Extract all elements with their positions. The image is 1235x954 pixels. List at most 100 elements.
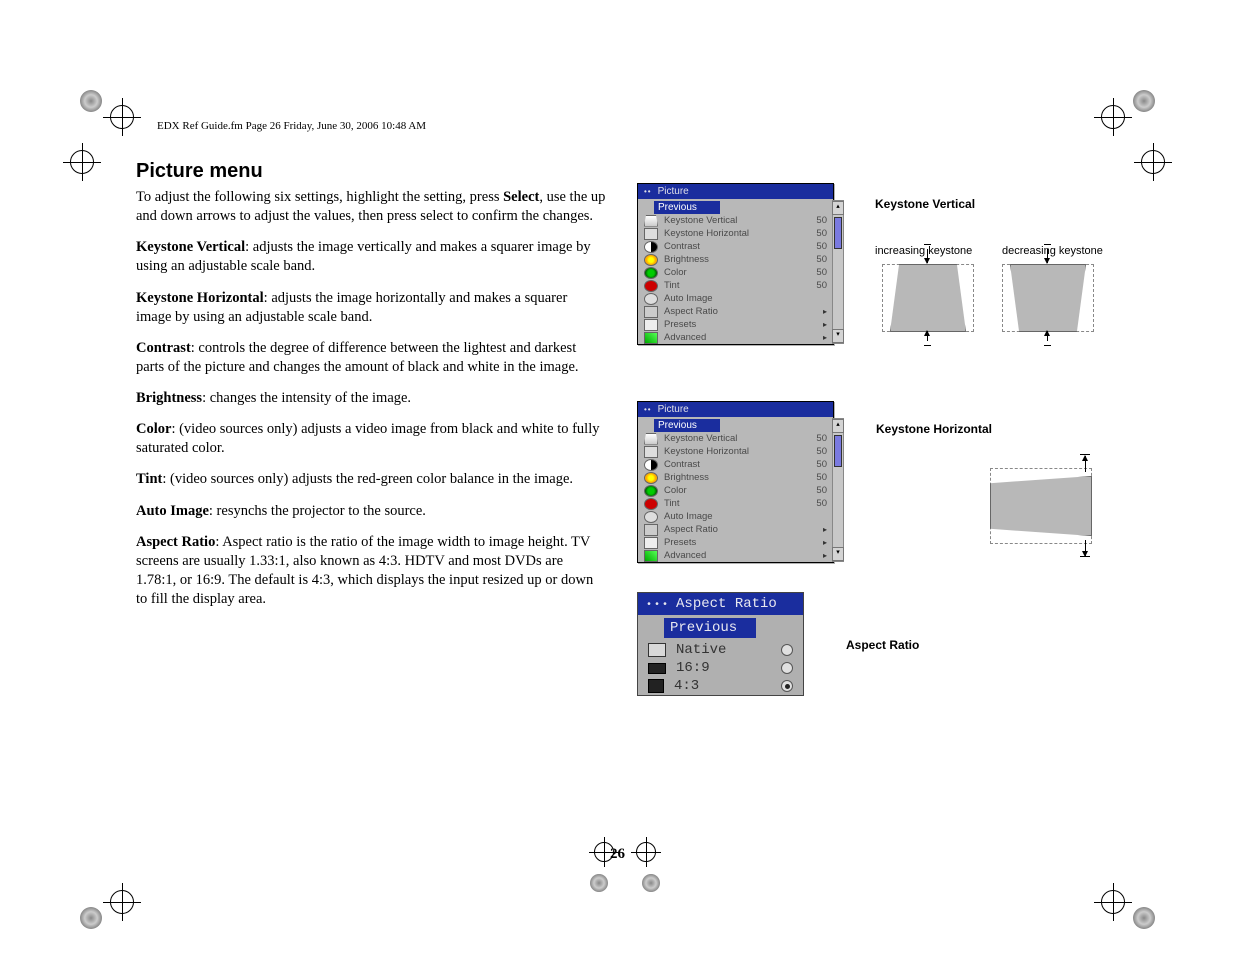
menu-item-kh[interactable]: Keystone Horizontal50 (638, 445, 833, 458)
menu-item-color[interactable]: Color50 (638, 484, 833, 497)
text: : controls the degree of difference betw… (136, 340, 579, 375)
option-label: Native (676, 642, 726, 658)
text-bold: Auto Image (136, 503, 209, 519)
arrow-icon (1085, 456, 1086, 472)
auto-image-icon (644, 511, 658, 523)
menu-item-label: Keystone Vertical (664, 214, 816, 227)
crop-mark (60, 90, 120, 150)
dots-icon: •• (644, 187, 652, 196)
arrow-icon (1047, 331, 1048, 341)
menu-item-label: Advanced (664, 331, 823, 344)
text-bold: Select (503, 189, 539, 205)
picture-menu: ••Picture Previous Keystone Vertical50 K… (637, 183, 834, 345)
auto-image-icon (644, 293, 658, 305)
previous-item[interactable]: Previous (654, 201, 720, 214)
radio-icon (781, 662, 793, 674)
menu-item-value: 50 (816, 214, 827, 227)
menu-item-presets[interactable]: Presets▸ (638, 318, 833, 331)
menu-item-label: Color (664, 484, 816, 497)
submenu-arrow-icon: ▸ (823, 523, 827, 536)
menu-item-color[interactable]: Color50 (638, 266, 833, 279)
text: To adjust the following six settings, hi… (136, 189, 503, 205)
menu-item-aspect-ratio[interactable]: Aspect Ratio▸ (638, 305, 833, 318)
menu-item-label: Tint (664, 497, 816, 510)
menu-item-advanced[interactable]: Advanced▸ (638, 549, 833, 562)
tick-icon (1080, 454, 1090, 455)
submenu-arrow-icon: ▸ (823, 305, 827, 318)
body-text: To adjust the following six settings, hi… (136, 188, 606, 621)
crop-mark (1115, 90, 1175, 150)
menu-item-kh[interactable]: Keystone Horizontal50 (638, 227, 833, 240)
menu-item-kv[interactable]: Keystone Vertical50 (638, 214, 833, 227)
menu-item-value: 50 (816, 458, 827, 471)
scroll-thumb[interactable] (834, 435, 842, 467)
menu-item-presets[interactable]: Presets▸ (638, 536, 833, 549)
menu-item-tint[interactable]: Tint50 (638, 497, 833, 510)
aspect-option-43[interactable]: 4:3 (638, 677, 803, 695)
advanced-icon (644, 332, 658, 344)
previous-item[interactable]: Previous (664, 618, 756, 638)
crop-mark (1141, 150, 1165, 174)
label-aspect-ratio: Aspect Ratio (846, 638, 919, 652)
scrollbar[interactable]: ▴▾ (832, 200, 844, 344)
menu-item-advanced[interactable]: Advanced▸ (638, 331, 833, 344)
aspect-ratio-icon (644, 306, 658, 318)
menu-item-contrast[interactable]: Contrast50 (638, 458, 833, 471)
menu-item-label: Contrast (664, 458, 816, 471)
menu-item-label: Tint (664, 279, 816, 292)
scroll-down-icon[interactable]: ▾ (832, 547, 844, 561)
previous-item[interactable]: Previous (654, 419, 720, 432)
menu-item-value: 50 (816, 266, 827, 279)
keystone-h-icon (644, 446, 658, 458)
submenu-arrow-icon: ▸ (823, 549, 827, 562)
menu-item-contrast[interactable]: Contrast50 (638, 240, 833, 253)
arrow-icon (1085, 540, 1086, 556)
text-bold: Keystone Horizontal (136, 290, 264, 306)
menu-item-label: Advanced (664, 549, 823, 562)
menu-item-value: 50 (816, 227, 827, 240)
arrow-icon (927, 249, 928, 263)
text: : (video sources only) adjusts a video i… (136, 421, 600, 456)
text-bold: Tint (136, 471, 162, 487)
scroll-up-icon[interactable]: ▴ (832, 419, 844, 433)
scroll-thumb[interactable] (834, 217, 842, 249)
aspect-option-169[interactable]: 16:9 (638, 659, 803, 677)
menu-title: Picture (658, 186, 689, 197)
native-icon (648, 643, 666, 657)
scroll-up-icon[interactable]: ▴ (832, 201, 844, 215)
menu-item-auto-image[interactable]: Auto Image (638, 292, 833, 305)
menu-item-label: Keystone Horizontal (664, 445, 816, 458)
menu-item-auto-image[interactable]: Auto Image (638, 510, 833, 523)
tint-icon (644, 280, 658, 292)
menu-item-kv[interactable]: Keystone Vertical50 (638, 432, 833, 445)
text: : resynchs the projector to the source. (209, 503, 426, 519)
color-icon (644, 485, 658, 497)
brightness-icon (644, 472, 658, 484)
menu-titlebar: ••Picture (638, 402, 833, 417)
keystone-diagram-shape (1010, 264, 1086, 332)
label-keystone-vertical: Keystone Vertical (875, 197, 975, 211)
page-title: Picture menu (136, 160, 263, 183)
menu-item-brightness[interactable]: Brightness50 (638, 471, 833, 484)
keystone-v-icon (644, 433, 658, 445)
arrow-icon (927, 331, 928, 341)
menu-item-label: Brightness (664, 253, 816, 266)
menu-item-label: Aspect Ratio (664, 305, 823, 318)
menu-item-value: 50 (816, 432, 827, 445)
menu-title: Aspect Ratio (676, 596, 777, 612)
menu-item-tint[interactable]: Tint50 (638, 279, 833, 292)
menu-item-aspect-ratio[interactable]: Aspect Ratio▸ (638, 523, 833, 536)
option-label: 16:9 (676, 660, 710, 676)
menu-item-brightness[interactable]: Brightness50 (638, 253, 833, 266)
submenu-arrow-icon: ▸ (823, 331, 827, 344)
menu-item-value: 50 (816, 445, 827, 458)
menu-item-label: Auto Image (664, 292, 827, 305)
scrollbar[interactable]: ▴▾ (832, 418, 844, 562)
keystone-h-icon (644, 228, 658, 240)
contrast-icon (644, 241, 658, 253)
menu-item-value: 50 (816, 497, 827, 510)
page-number: 26 (0, 846, 1235, 863)
scroll-down-icon[interactable]: ▾ (832, 329, 844, 343)
menu-item-value: 50 (816, 279, 827, 292)
aspect-option-native[interactable]: Native (638, 641, 803, 659)
